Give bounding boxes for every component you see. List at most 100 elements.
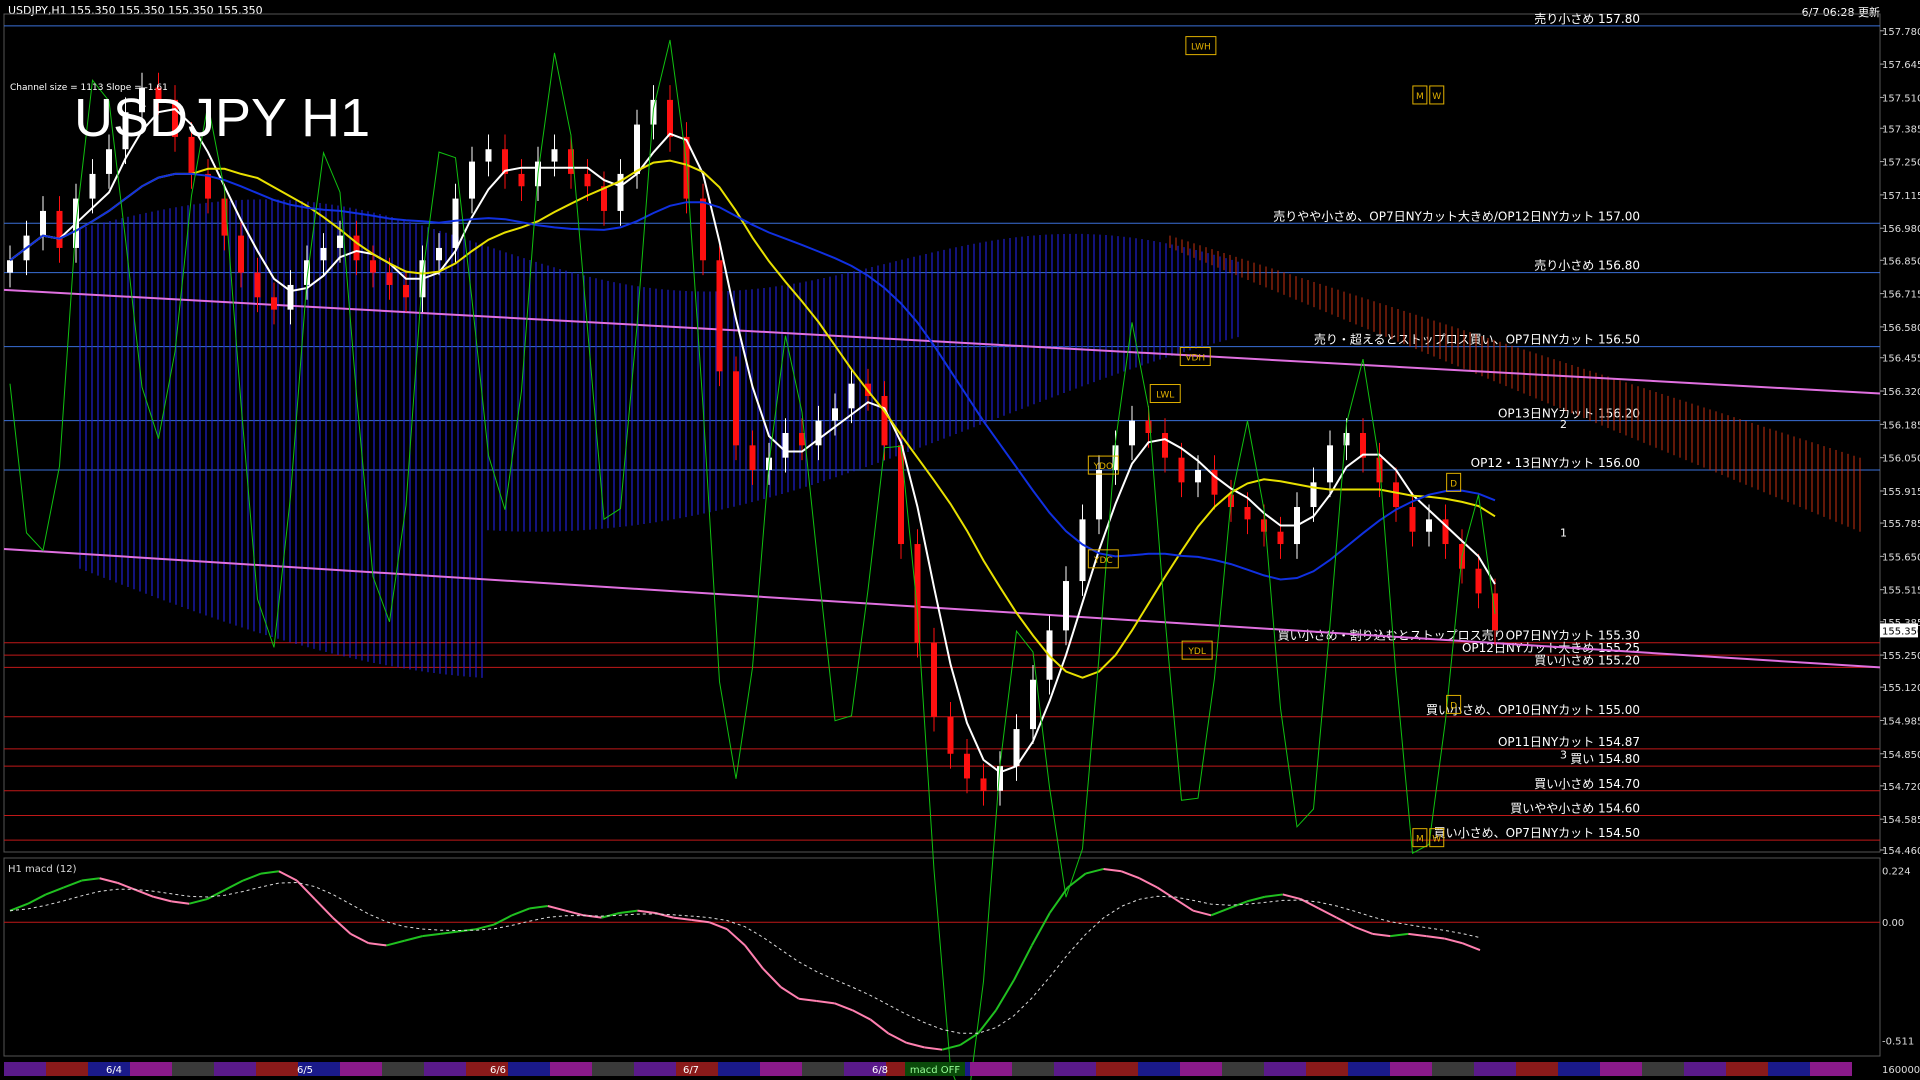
macd-line-segment: [350, 932, 369, 944]
macd-line-segment: [583, 914, 602, 919]
date-strip-segment: [1684, 1062, 1726, 1076]
macd-line-segment: [1408, 932, 1427, 938]
marker-label: VDH: [1185, 354, 1205, 364]
marker-label: D: [1450, 701, 1457, 711]
macd-line-segment: [852, 1009, 871, 1021]
candle-body: [848, 383, 855, 409]
macd-line-segment: [153, 895, 172, 903]
macd-label: H1 macd (12): [8, 864, 77, 875]
candle-body: [700, 198, 706, 261]
price-axis-label: 154.585: [1882, 815, 1920, 826]
candle-body: [1475, 568, 1482, 594]
macd-line-segment: [1048, 886, 1069, 914]
candle-body: [370, 260, 376, 273]
price-axis-label: 155.250: [1882, 651, 1920, 662]
price-axis-label: 156.050: [1882, 454, 1920, 465]
macd-line-segment: [1282, 893, 1301, 901]
macd-line-segment: [565, 909, 584, 917]
candle-body: [1162, 433, 1168, 458]
chart-canvas[interactable]: 157.780 157.645 157.510 157.385 157.250 157.1…: [0, 0, 1920, 1080]
price-axis-label: 154.460: [1882, 846, 1920, 857]
level-label: 買いやや小さめ 154.60: [1510, 801, 1640, 815]
level-label: 買い小さめ 155.20: [1534, 653, 1640, 667]
macd-line-segment: [655, 912, 674, 919]
candle-body: [1409, 507, 1416, 532]
date-strip-segment: [1180, 1062, 1222, 1076]
macd-line-segment: [798, 997, 817, 1003]
macd-line-segment: [1210, 907, 1230, 917]
price-axis-label: 154.850: [1882, 750, 1920, 761]
candle-body: [1244, 507, 1251, 520]
candle-body: [1277, 531, 1284, 545]
price-axis-label: 156.185: [1882, 420, 1920, 431]
macd-axis-label: 0.224: [1882, 866, 1911, 877]
macd-line-segment: [278, 870, 298, 882]
candle-body: [452, 198, 459, 248]
macd-line-segment: [834, 1002, 853, 1012]
level-label: 売り小さめ 157.80: [1534, 11, 1640, 26]
date-strip-segment: [1432, 1062, 1474, 1076]
macd-line-segment: [762, 967, 782, 988]
candle-body: [1013, 729, 1020, 767]
candle-body: [1030, 679, 1036, 730]
candle-body: [1195, 470, 1201, 483]
macd-line-segment: [1354, 925, 1373, 935]
marker-label: LWH: [1191, 43, 1211, 53]
date-strip-segment: [424, 1062, 466, 1076]
macd-line-segment: [1121, 870, 1140, 880]
price-axis-label: 157.780: [1882, 27, 1920, 38]
macd-signal-line: [9, 881, 1481, 1034]
date-strip-segment: [1054, 1062, 1096, 1076]
macd-line-segment: [869, 1018, 890, 1035]
macd-line-segment: [1156, 886, 1176, 900]
macd-line-segment: [422, 932, 441, 938]
candle-body: [403, 284, 409, 298]
level-label: 売り小さめ 156.80: [1534, 258, 1640, 273]
price-axis-label: 157.250: [1882, 158, 1920, 169]
macd-line-segment: [708, 921, 728, 931]
macd-line-segment: [404, 935, 423, 942]
level-label: OP13日NYカット 156.20: [1498, 407, 1640, 421]
price-axis-label: 155.915: [1882, 487, 1920, 498]
marker-label: YDO: [1093, 462, 1114, 472]
candle-body: [980, 778, 987, 791]
candle-body: [1310, 482, 1317, 508]
price-axis-label: 155.120: [1882, 683, 1920, 694]
macd-line-segment: [368, 942, 387, 947]
macd-line-segment: [744, 944, 764, 970]
macd-line-segment: [637, 909, 656, 914]
level-label: OP11日NYカット 154.87: [1498, 735, 1640, 749]
candle-body: [56, 210, 63, 248]
green-indicator-line: [9, 39, 1496, 1080]
macd-panel-border: [3, 857, 1881, 1057]
macd-line-segment: [726, 928, 746, 947]
date-strip-segment: [1138, 1062, 1180, 1076]
candle-body: [89, 173, 96, 199]
macd-line-segment: [475, 923, 495, 931]
marker-label: W: [1432, 92, 1441, 102]
macd-line-segment: [224, 879, 244, 891]
candle-body: [40, 210, 46, 236]
date-strip-segment: [718, 1062, 760, 1076]
macd-line-segment: [1372, 932, 1391, 938]
candle-body: [881, 395, 888, 446]
marker-label: LWL: [1156, 391, 1174, 401]
macd-line-segment: [27, 893, 47, 905]
macd-line-segment: [529, 905, 548, 910]
macd-line-segment: [1103, 867, 1122, 873]
macd-line-segment: [1067, 872, 1087, 889]
price-axis-label: 154.985: [1882, 716, 1920, 727]
candle-body: [898, 445, 904, 545]
candle-body: [238, 235, 244, 273]
price-axis-label: 156.580: [1882, 323, 1920, 334]
price-axis-label: 156.850: [1882, 256, 1920, 267]
macd-line-segment: [1085, 867, 1104, 875]
macd-line-segment: [1030, 912, 1051, 946]
date-strip-segment: [634, 1062, 676, 1076]
date-strip-segment: [1474, 1062, 1516, 1076]
candle-body: [1096, 470, 1102, 520]
candle-body: [518, 173, 525, 187]
candle-body: [205, 173, 211, 199]
macd-line-segment: [314, 898, 334, 919]
price-axis-label: 155.515: [1882, 586, 1920, 597]
